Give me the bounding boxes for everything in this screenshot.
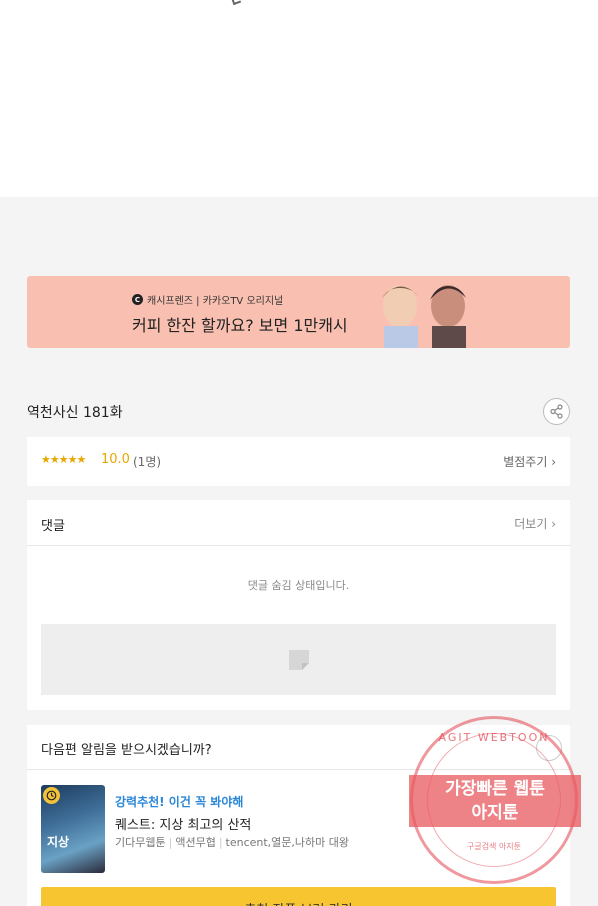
share-button[interactable] bbox=[543, 398, 570, 425]
share-icon bbox=[550, 404, 563, 419]
view-recommend-button[interactable]: 추천 작품 보러 가기 bbox=[41, 887, 556, 906]
notify-question: 다음편 알림을 받으시겠습니까? bbox=[41, 743, 212, 758]
ad-sub-text: 캐시프렌즈 | 카카오TV 오리지널 bbox=[147, 296, 284, 307]
recommend-title[interactable]: 퀘스트: 지상 최고의 산적 bbox=[115, 814, 251, 833]
ad-subtitle: C 캐시프렌즈 | 카카오TV 오리지널 bbox=[132, 292, 283, 307]
recommend-meta: 기다무웹툰 | 액션무협 | tencent,열문,나하마 대왕 bbox=[115, 836, 350, 849]
comment-header: 댓글 더보기 › bbox=[27, 500, 570, 546]
recommend-tag: 강력추천! 이건 꼭 봐야해 bbox=[115, 795, 244, 809]
clock-icon bbox=[43, 787, 60, 804]
thumbnail-text: 지상 bbox=[47, 835, 70, 849]
comment-card: 댓글 더보기 › 댓글 숨김 상태입니다. bbox=[27, 500, 570, 710]
rating-votes: (1명) bbox=[133, 455, 162, 469]
rating-card: ★★★★★ 10.0 (1명) 별점주기 › bbox=[27, 437, 570, 486]
image-placeholder-icon bbox=[288, 649, 309, 670]
rating-score: 10.0 bbox=[101, 452, 130, 467]
cashfriends-logo-icon: C bbox=[132, 294, 143, 305]
episode-title-row: 역천사신 181화 bbox=[27, 398, 570, 426]
comment-image-placeholder bbox=[41, 624, 556, 695]
recommend-thumbnail[interactable]: 지상 bbox=[41, 785, 105, 873]
ad-main-text: 커피 한잔 할까요? 보면 1만캐시 bbox=[132, 316, 348, 335]
ad-people-image bbox=[382, 285, 466, 348]
rate-button[interactable]: 별점주기 › bbox=[503, 453, 556, 470]
meta-authors: tencent,열문,나하마 대왕 bbox=[225, 836, 350, 849]
comment-hidden-message: 댓글 숨김 상태입니다. bbox=[247, 579, 350, 592]
meta-category: 기다무웹툰 bbox=[115, 836, 166, 849]
rating-stars: ★★★★★ bbox=[41, 453, 86, 466]
notify-header: 다음편 알림을 받으시겠습니까? bbox=[27, 725, 570, 770]
ad-banner[interactable]: C 캐시프렌즈 | 카카오TV 오리지널 커피 한잔 할까요? 보면 1만캐시 bbox=[27, 276, 570, 348]
comment-title: 댓글 bbox=[41, 519, 65, 534]
notify-card: 다음편 알림을 받으시겠습니까? 지상 강력추천! 이건 꼭 봐야해 퀘스트: … bbox=[27, 725, 570, 906]
episode-title: 역천사신 181화 bbox=[27, 405, 123, 421]
webtoon-image-area bbox=[0, 0, 598, 197]
image-fragment bbox=[230, 0, 242, 6]
comment-more-link[interactable]: 더보기 › bbox=[514, 515, 556, 532]
meta-genre: 액션무협 bbox=[175, 836, 216, 849]
notify-toggle[interactable] bbox=[536, 735, 562, 761]
